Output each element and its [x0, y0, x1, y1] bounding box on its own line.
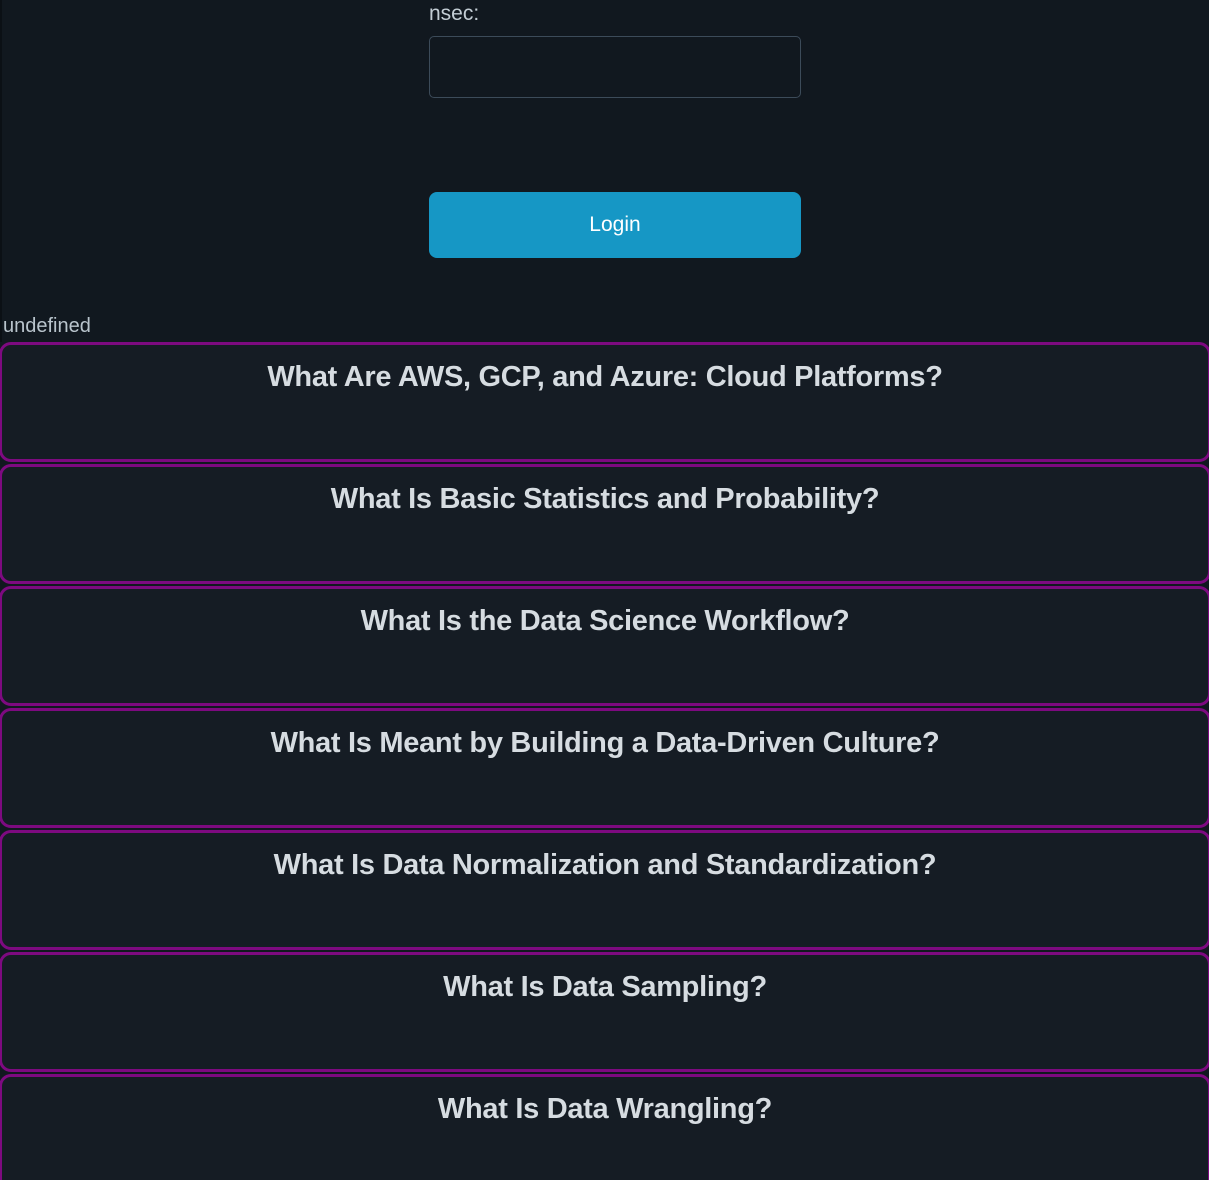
- page-left-edge: [0, 0, 2, 342]
- question-card-title: What Is Meant by Building a Data-Driven …: [2, 725, 1208, 761]
- question-card[interactable]: What Is Basic Statistics and Probability…: [0, 464, 1209, 584]
- question-card-title: What Is Data Normalization and Standardi…: [2, 847, 1208, 883]
- undefined-text: undefined: [3, 315, 1209, 338]
- question-card-title: What Is Data Sampling?: [2, 969, 1208, 1005]
- nsec-input[interactable]: [429, 36, 801, 98]
- question-card[interactable]: What Is Data Wrangling?: [0, 1074, 1209, 1180]
- login-button[interactable]: Login: [429, 192, 801, 258]
- question-card-title: What Is Basic Statistics and Probability…: [2, 481, 1208, 517]
- question-card[interactable]: What Is Data Normalization and Standardi…: [0, 830, 1209, 950]
- login-form: nsec: Login: [0, 0, 1209, 258]
- question-card-title: What Is the Data Science Workflow?: [2, 603, 1208, 639]
- question-card[interactable]: What Is Data Sampling?: [0, 952, 1209, 1072]
- question-card[interactable]: What Is the Data Science Workflow?: [0, 586, 1209, 706]
- question-card-list: What Are AWS, GCP, and Azure: Cloud Plat…: [0, 342, 1209, 1180]
- question-card[interactable]: What Are AWS, GCP, and Azure: Cloud Plat…: [0, 342, 1209, 462]
- question-card-title: What Are AWS, GCP, and Azure: Cloud Plat…: [2, 359, 1208, 395]
- nsec-label: nsec:: [429, 2, 801, 26]
- question-card[interactable]: What Is Meant by Building a Data-Driven …: [0, 708, 1209, 828]
- page: nsec: Login undefined What Are AWS, GCP,…: [0, 0, 1209, 1180]
- question-card-title: What Is Data Wrangling?: [2, 1091, 1208, 1127]
